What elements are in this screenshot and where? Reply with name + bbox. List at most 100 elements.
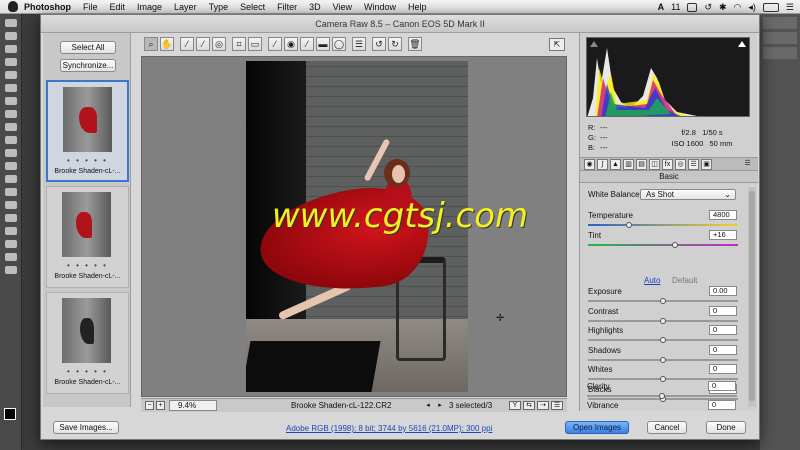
whites-value[interactable]: 0: [709, 364, 737, 374]
volume-icon[interactable]: ◂): [748, 2, 756, 13]
image-preview[interactable]: [141, 56, 567, 397]
exposure-value[interactable]: 0.00: [709, 286, 737, 296]
previous-image-icon[interactable]: ◂: [423, 401, 433, 410]
hand-tool-icon[interactable]: ✋: [160, 37, 174, 51]
graduated-filter-icon[interactable]: ▬: [316, 37, 330, 51]
menu-app[interactable]: Photoshop: [24, 2, 71, 12]
move-tool-icon[interactable]: [5, 19, 17, 27]
spot-removal-tool-icon[interactable]: ⁄: [268, 37, 282, 51]
menu-layer[interactable]: Layer: [174, 2, 197, 12]
adjustment-brush-icon[interactable]: ⁄: [300, 37, 314, 51]
zoom-tool-icon[interactable]: ⌕: [144, 37, 158, 51]
select-all-button[interactable]: Select All: [60, 41, 116, 54]
scroll-thumb[interactable]: [749, 191, 755, 401]
rotate-right-icon[interactable]: ↻: [388, 37, 402, 51]
type-tool-icon[interactable]: [5, 214, 17, 222]
shadows-slider[interactable]: [588, 357, 738, 363]
battery-icon[interactable]: [762, 2, 779, 12]
slider-knob[interactable]: [660, 357, 666, 363]
blur-tool-icon[interactable]: [5, 175, 17, 183]
tab-detail[interactable]: ▲: [610, 159, 621, 170]
zoom-in-icon[interactable]: +: [156, 401, 165, 410]
toggle-settings-icon[interactable]: ☰: [551, 401, 563, 410]
tab-presets[interactable]: ☰: [688, 159, 699, 170]
slider-knob[interactable]: [625, 222, 632, 228]
tint-value[interactable]: +16: [709, 230, 737, 240]
white-balance-select[interactable]: As Shot ⌄: [640, 189, 736, 200]
workflow-options-link[interactable]: Adobe RGB (1998); 8 bit; 3744 by 5616 (2…: [286, 424, 492, 433]
contrast-value[interactable]: 0: [709, 306, 737, 316]
panel-menu-icon[interactable]: ☰: [742, 159, 753, 170]
slider-knob[interactable]: [660, 318, 666, 324]
menu-file[interactable]: File: [83, 2, 98, 12]
menu-help[interactable]: Help: [408, 2, 427, 12]
tab-hsl[interactable]: ▥: [623, 159, 634, 170]
clarity-value[interactable]: 0: [708, 381, 736, 391]
tab-tone-curve[interactable]: ∫: [597, 159, 608, 170]
tab-fx[interactable]: fx: [662, 159, 673, 170]
zoom-tool-icon[interactable]: [5, 266, 17, 274]
cancel-button[interactable]: Cancel: [647, 421, 687, 434]
time-machine-icon[interactable]: ↺: [704, 2, 712, 13]
lasso-tool-icon[interactable]: [5, 45, 17, 53]
eraser-tool-icon[interactable]: [5, 149, 17, 157]
color-sampler-tool-icon[interactable]: ⁄: [196, 37, 210, 51]
shadows-value[interactable]: 0: [709, 345, 737, 355]
copy-settings-icon[interactable]: ⇢: [537, 401, 549, 410]
contrast-slider[interactable]: [588, 318, 738, 324]
rating-dots[interactable]: • • • • •: [47, 367, 128, 376]
rotate-left-icon[interactable]: ↺: [372, 37, 386, 51]
red-eye-tool-icon[interactable]: ◉: [284, 37, 298, 51]
tab-basic[interactable]: ◉: [584, 159, 595, 170]
apple-icon[interactable]: [8, 1, 18, 12]
thumbnail[interactable]: • • • • • Brooke Shaden-cL-...: [46, 80, 129, 182]
menu-filter[interactable]: Filter: [277, 2, 297, 12]
next-image-icon[interactable]: ▸: [435, 401, 445, 410]
before-after-icon[interactable]: Y: [509, 401, 521, 410]
zoom-select[interactable]: 9.4%: [169, 400, 217, 411]
temperature-value[interactable]: 4800: [709, 210, 737, 220]
trash-icon[interactable]: 🗑: [408, 37, 422, 51]
quick-select-tool-icon[interactable]: [5, 58, 17, 66]
slider-knob[interactable]: [660, 337, 666, 343]
eyedropper-tool-icon[interactable]: [5, 84, 17, 92]
zoom-out-icon[interactable]: −: [145, 401, 154, 410]
fullscreen-icon[interactable]: ⇱: [549, 38, 565, 51]
brush-tool-icon[interactable]: [5, 110, 17, 118]
rating-dots[interactable]: • • • • •: [47, 261, 128, 270]
default-link[interactable]: Default: [672, 276, 697, 285]
menu-select[interactable]: Select: [240, 2, 265, 12]
menu-image[interactable]: Image: [137, 2, 162, 12]
tab-lens[interactable]: ◫: [649, 159, 660, 170]
marquee-tool-icon[interactable]: [5, 32, 17, 40]
stamp-tool-icon[interactable]: [5, 123, 17, 131]
bluetooth-icon[interactable]: ✱: [719, 2, 727, 13]
white-balance-tool-icon[interactable]: ⁄: [180, 37, 194, 51]
menu-window[interactable]: Window: [364, 2, 396, 12]
dodge-tool-icon[interactable]: [5, 188, 17, 196]
vibrance-value[interactable]: 0: [708, 400, 736, 410]
synchronize-button[interactable]: Synchronize...: [60, 59, 116, 72]
menu-type[interactable]: Type: [209, 2, 229, 12]
pen-tool-icon[interactable]: [5, 201, 17, 209]
exposure-slider[interactable]: [588, 298, 738, 304]
swap-settings-icon[interactable]: ⇆: [523, 401, 535, 410]
clarity-slider[interactable]: [587, 393, 737, 399]
healing-tool-icon[interactable]: [5, 97, 17, 105]
menu-3d[interactable]: 3D: [309, 2, 321, 12]
crop-tool-icon[interactable]: ⌗: [232, 37, 246, 51]
targeted-adjustment-tool-icon[interactable]: ◎: [212, 37, 226, 51]
thumbnail[interactable]: • • • • • Brooke Shaden-cL-...: [46, 186, 129, 288]
slider-knob[interactable]: [672, 242, 678, 248]
straighten-tool-icon[interactable]: ▭: [248, 37, 262, 51]
tab-snapshots[interactable]: ▣: [701, 159, 712, 170]
tab-split-toning[interactable]: ▤: [636, 159, 647, 170]
gradient-tool-icon[interactable]: [5, 162, 17, 170]
highlight-clipping-icon[interactable]: [738, 41, 746, 47]
done-button[interactable]: Done: [706, 421, 746, 434]
shadow-clipping-icon[interactable]: [590, 41, 598, 47]
preferences-icon[interactable]: ☰: [352, 37, 366, 51]
crop-tool-icon[interactable]: [5, 71, 17, 79]
screen-icon[interactable]: [687, 2, 698, 12]
thumbnail[interactable]: • • • • • Brooke Shaden-cL-...: [46, 292, 129, 394]
